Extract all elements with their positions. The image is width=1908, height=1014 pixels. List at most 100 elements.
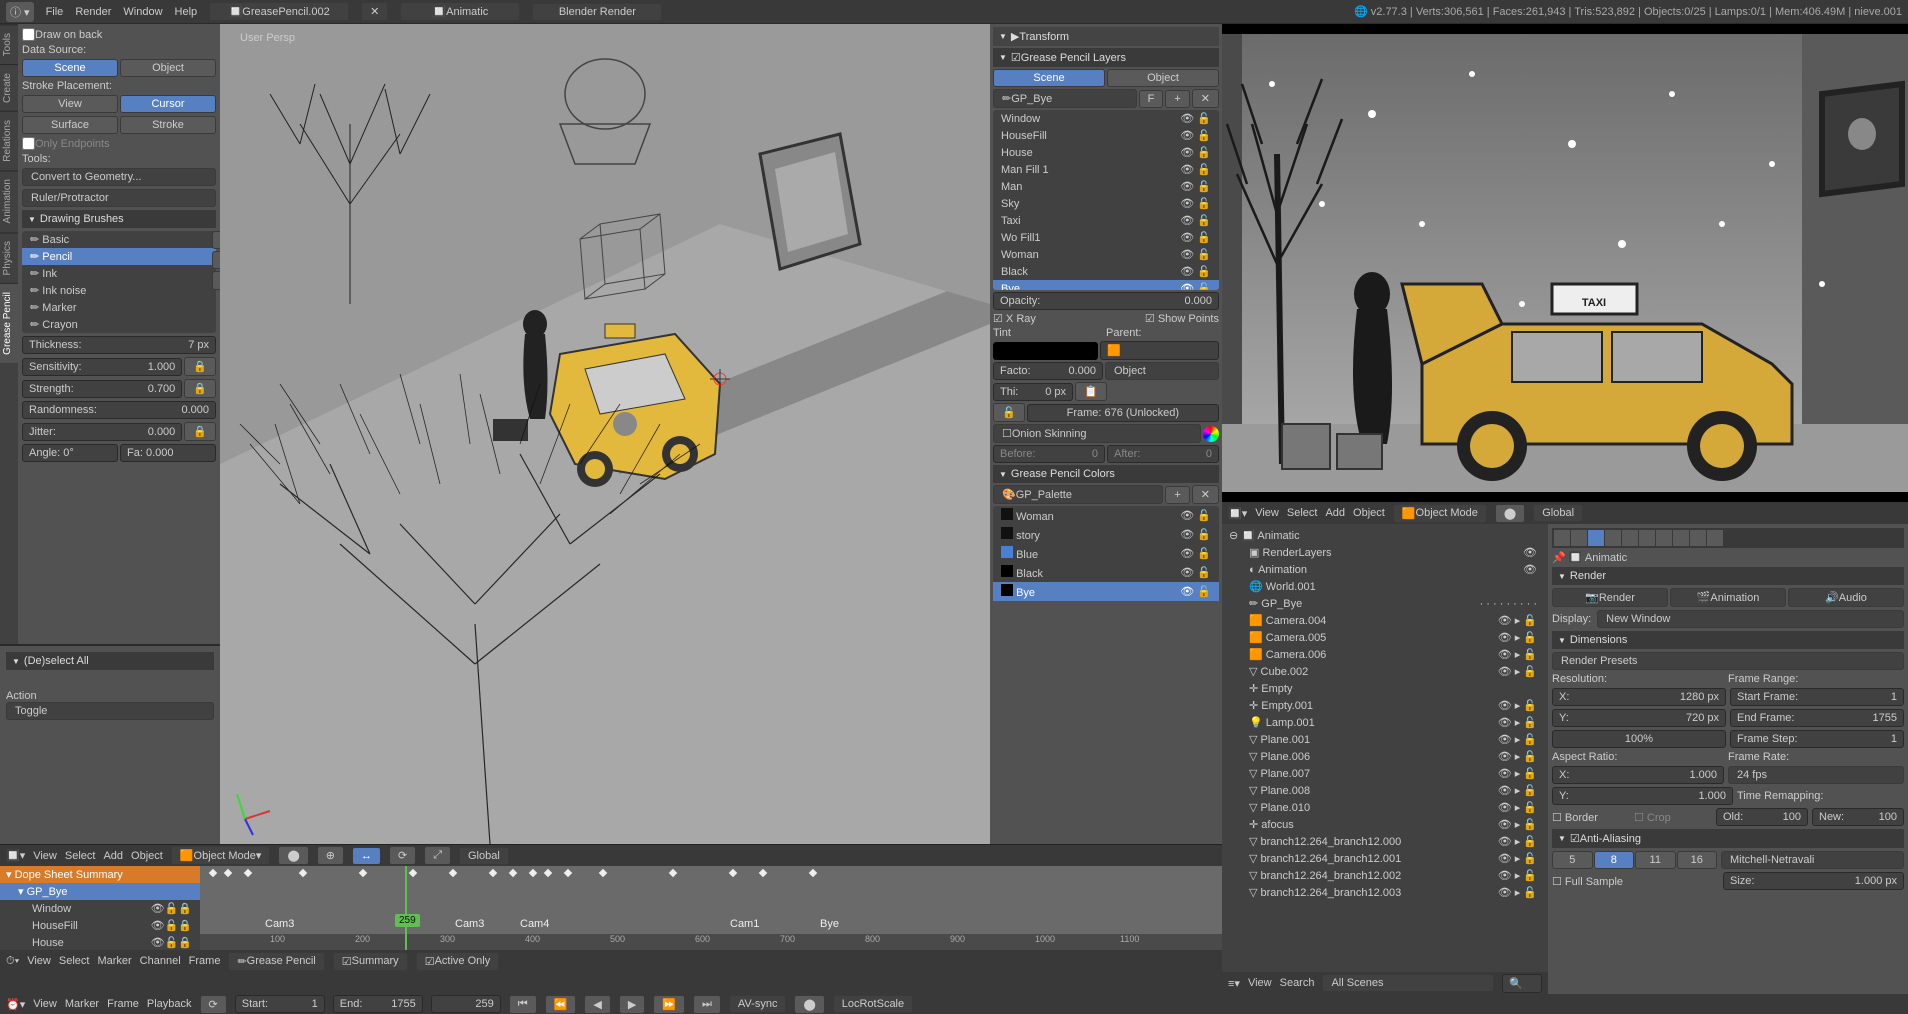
uv-mode[interactable]: 🟧 Object Mode [1393,504,1487,523]
gp-layers-header[interactable]: ☑ Grease Pencil Layers [993,48,1219,67]
dope-channel[interactable]: Channel [140,955,181,967]
facto-input[interactable]: Facto:0.000 [993,362,1103,380]
tl-range-icon[interactable]: ⟳ [200,995,227,1014]
tl-editor-icon[interactable]: ⏰▾ [6,998,25,1011]
placement-stroke[interactable]: Stroke [120,116,216,134]
play-icon[interactable]: ▶ [619,995,645,1014]
tab-tools[interactable]: Tools [0,24,18,64]
show-points-check[interactable]: ☑ Show Points [1145,312,1219,325]
aa-8[interactable]: 8 [1594,851,1635,869]
gp-add-icon[interactable]: + [1165,90,1189,108]
strength-lock-icon[interactable]: 🔒 [184,379,216,398]
tl-frame[interactable]: Frame [107,998,139,1010]
palette-del-icon[interactable]: ✕ [1192,485,1219,504]
gpl-object[interactable]: Object [1107,69,1219,87]
palette-select[interactable]: 🎨 GP_Palette [993,485,1163,504]
layer-taxi[interactable]: Taxi👁 🔓 [993,212,1219,229]
dimensions-header[interactable]: Dimensions [1552,631,1904,649]
cur-frame[interactable]: 259 [431,995,501,1013]
brush-menu-icon[interactable]: ▾ [212,271,220,290]
res-x[interactable]: X:1280 px [1552,688,1726,706]
dope-view[interactable]: View [27,955,51,967]
before-input[interactable]: Before:0 [993,445,1105,463]
jitter-lock-icon[interactable]: 🔒 [184,422,216,441]
outl-plane8[interactable]: ▽ Plane.008👁 ▸ 🔓 [1241,782,1545,799]
layer-bye[interactable]: Bye👁 🔓 [993,280,1219,290]
convert-geometry[interactable]: Convert to Geometry... [22,168,216,186]
old-input[interactable]: Old:100 [1716,808,1808,826]
color-story[interactable]: story👁 🔓 [993,525,1219,544]
res-pct[interactable]: 100% [1552,730,1726,748]
prev-key-icon[interactable]: ⏪ [545,995,577,1014]
outl-empty1[interactable]: ✛ Empty.001👁 ▸ 🔓 [1241,697,1545,714]
layer-manfill[interactable]: Man Fill 1👁 🔓 [993,161,1219,178]
v3d-view[interactable]: View [33,850,57,862]
placement-view[interactable]: View [22,95,118,113]
ar-x[interactable]: X:1.000 [1552,766,1724,784]
aa-filter[interactable]: Mitchell-Netravali [1721,851,1904,869]
fa-input[interactable]: Fa: 0.000 [120,444,216,462]
scene-selector-2[interactable]: 🔲 Animatic [400,2,520,21]
tab-relations[interactable]: Relations [0,111,18,170]
jump-start-icon[interactable]: ⏮ [509,995,537,1014]
v3d-select[interactable]: Select [65,850,96,862]
crop-check[interactable]: ☐ Crop [1634,811,1712,824]
data-source-object[interactable]: Object [120,59,216,77]
menu-file[interactable]: File [46,6,64,18]
onion-color-icon[interactable] [1203,426,1219,442]
add-brush-icon[interactable]: + [212,231,220,249]
layer-man[interactable]: Man👁 🔓 [993,178,1219,195]
dope-window[interactable]: Window👁🔓🔒 [0,900,200,917]
border-check[interactable]: ☐ Border [1552,811,1630,824]
tint-color[interactable] [993,342,1098,360]
uv-view[interactable]: View [1255,507,1279,519]
tl-marker[interactable]: Marker [65,998,99,1010]
outl-plane1[interactable]: ▽ Plane.001👁 ▸ 🔓 [1241,731,1545,748]
res-y[interactable]: Y:720 px [1552,709,1726,727]
new-input[interactable]: New:100 [1812,808,1904,826]
layer-wofill[interactable]: Wo Fill1👁 🔓 [993,229,1219,246]
pivot-icon[interactable]: ⊕ [317,846,344,865]
uv-editor-icon[interactable]: 🔲▾ [1228,507,1247,520]
transform-header[interactable]: ▶ Transform [993,27,1219,46]
aa-11[interactable]: 11 [1635,851,1676,869]
audio-btn[interactable]: 🔊 Audio [1788,588,1904,607]
shading-icon[interactable]: ⬤ [278,846,308,865]
outl-renderlayers[interactable]: ▣ RenderLayers👁 [1241,544,1545,561]
angle-input[interactable]: Angle: 0° [22,444,118,462]
outl-branch3[interactable]: ▽ branch12.264_branch12.003👁 ▸ 🔓 [1241,884,1545,901]
dope-summary[interactable]: ▾ Dope Sheet Summary [0,866,200,883]
dope-timeline[interactable]: 100 200 300 400 500 600 700 800 900 1000… [200,866,1222,950]
ruler-protractor[interactable]: Ruler/Protractor [22,189,216,207]
layer-housefill[interactable]: HouseFill👁 🔓 [993,127,1219,144]
outl-branch2[interactable]: ▽ branch12.264_branch12.002👁 ▸ 🔓 [1241,867,1545,884]
tab-grease-pencil[interactable]: Grease Pencil [0,283,18,363]
aa-header[interactable]: ☑ Anti-Aliasing [1552,829,1904,848]
dope-gp[interactable]: ▾ GP_Bye [0,883,200,900]
outl-editor-icon[interactable]: ≡▾ [1228,977,1240,990]
placement-surface[interactable]: Surface [22,116,118,134]
aa-5[interactable]: 5 [1552,851,1593,869]
outl-cam4[interactable]: 🟧 Camera.004👁 ▸ 🔓 [1241,612,1545,629]
scene-selector[interactable]: 🔲 GreasePencil.002 [209,2,349,21]
tl-view[interactable]: View [33,998,57,1010]
gp-datablock[interactable]: ✏ GP_Bye [993,89,1137,108]
render-presets[interactable]: Render Presets [1552,652,1904,670]
view3d-editor-icon[interactable]: 🔲▾ [6,849,25,862]
palette-add-icon[interactable]: + [1165,486,1189,504]
outl-lamp[interactable]: 💡 Lamp.001👁 ▸ 🔓 [1241,714,1545,731]
render-btn[interactable]: 📷 Render [1552,588,1668,607]
placement-cursor[interactable]: Cursor [120,95,216,113]
strength-input[interactable]: Strength:0.700 [22,380,182,398]
frame-lock-icon[interactable]: 🔓 [993,403,1025,422]
color-blue[interactable]: Blue👁 🔓 [993,544,1219,563]
start-frame[interactable]: Start Frame:1 [1730,688,1904,706]
only-endpoints-check[interactable]: Only Endpoints [22,137,216,150]
deselect-header[interactable]: (De)select All [6,652,214,670]
play-rev-icon[interactable]: ◀ [584,995,610,1014]
color-black[interactable]: Black👁 🔓 [993,563,1219,582]
brush-marker[interactable]: ✏ Marker [22,299,216,316]
keying-set[interactable]: LocRotScale [833,995,913,1013]
outl-branch0[interactable]: ▽ branch12.264_branch12.000👁 ▸ 🔓 [1241,833,1545,850]
uv-object[interactable]: Object [1353,507,1385,519]
